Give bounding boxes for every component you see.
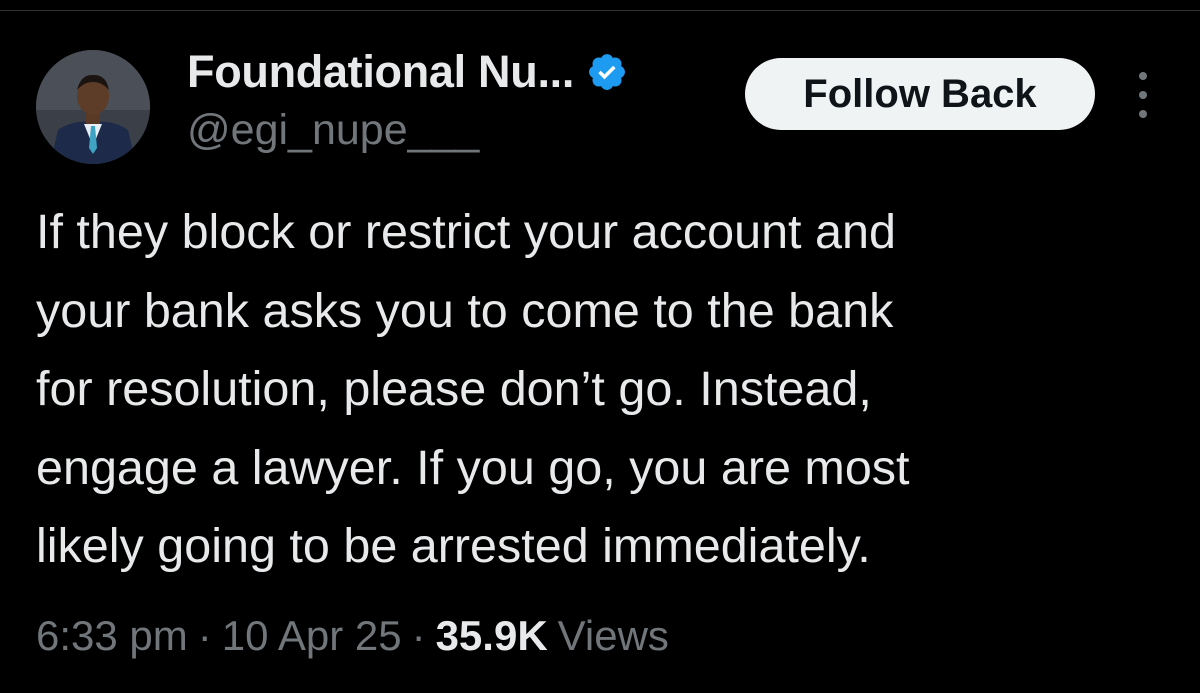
verified-badge-icon[interactable] <box>586 51 628 93</box>
more-dot <box>1139 72 1147 80</box>
tweet-meta: 6:33 pm · 10 Apr 25 · 35.9K Views <box>36 606 669 666</box>
author-display-name[interactable]: Foundational Nu... <box>187 46 574 98</box>
author-name-row: Foundational Nu... <box>187 44 628 100</box>
tweet-line: If they block or restrict your account a… <box>36 205 896 259</box>
views-count: 35.9K <box>435 612 548 659</box>
tweet-time[interactable]: 6:33 pm <box>36 612 188 660</box>
meta-separator: · <box>197 612 212 659</box>
more-vertical-icon[interactable] <box>1128 72 1158 118</box>
meta-separator: · <box>411 612 426 659</box>
avatar-image <box>36 50 150 164</box>
profile-avatar[interactable] <box>36 50 150 164</box>
tweet-line: likely going to be arrested immediately. <box>36 519 871 573</box>
more-dot <box>1139 110 1147 118</box>
tweet-line: for resolution, please don’t go. Instead… <box>36 362 872 416</box>
more-dot <box>1139 91 1147 99</box>
tweet-line: engage a lawyer. If you go, you are most <box>36 440 910 495</box>
tweet-line: your bank asks you to come to the bank <box>36 283 894 338</box>
author-handle[interactable]: @egi_nupe___ <box>187 106 479 155</box>
top-divider <box>0 0 1200 11</box>
tweet-text: If they block or restrict your account a… <box>36 193 1176 586</box>
follow-back-button[interactable]: Follow Back <box>745 58 1095 130</box>
views-label: Views <box>557 612 669 659</box>
tweet-date[interactable]: 10 Apr 25 <box>222 612 402 660</box>
